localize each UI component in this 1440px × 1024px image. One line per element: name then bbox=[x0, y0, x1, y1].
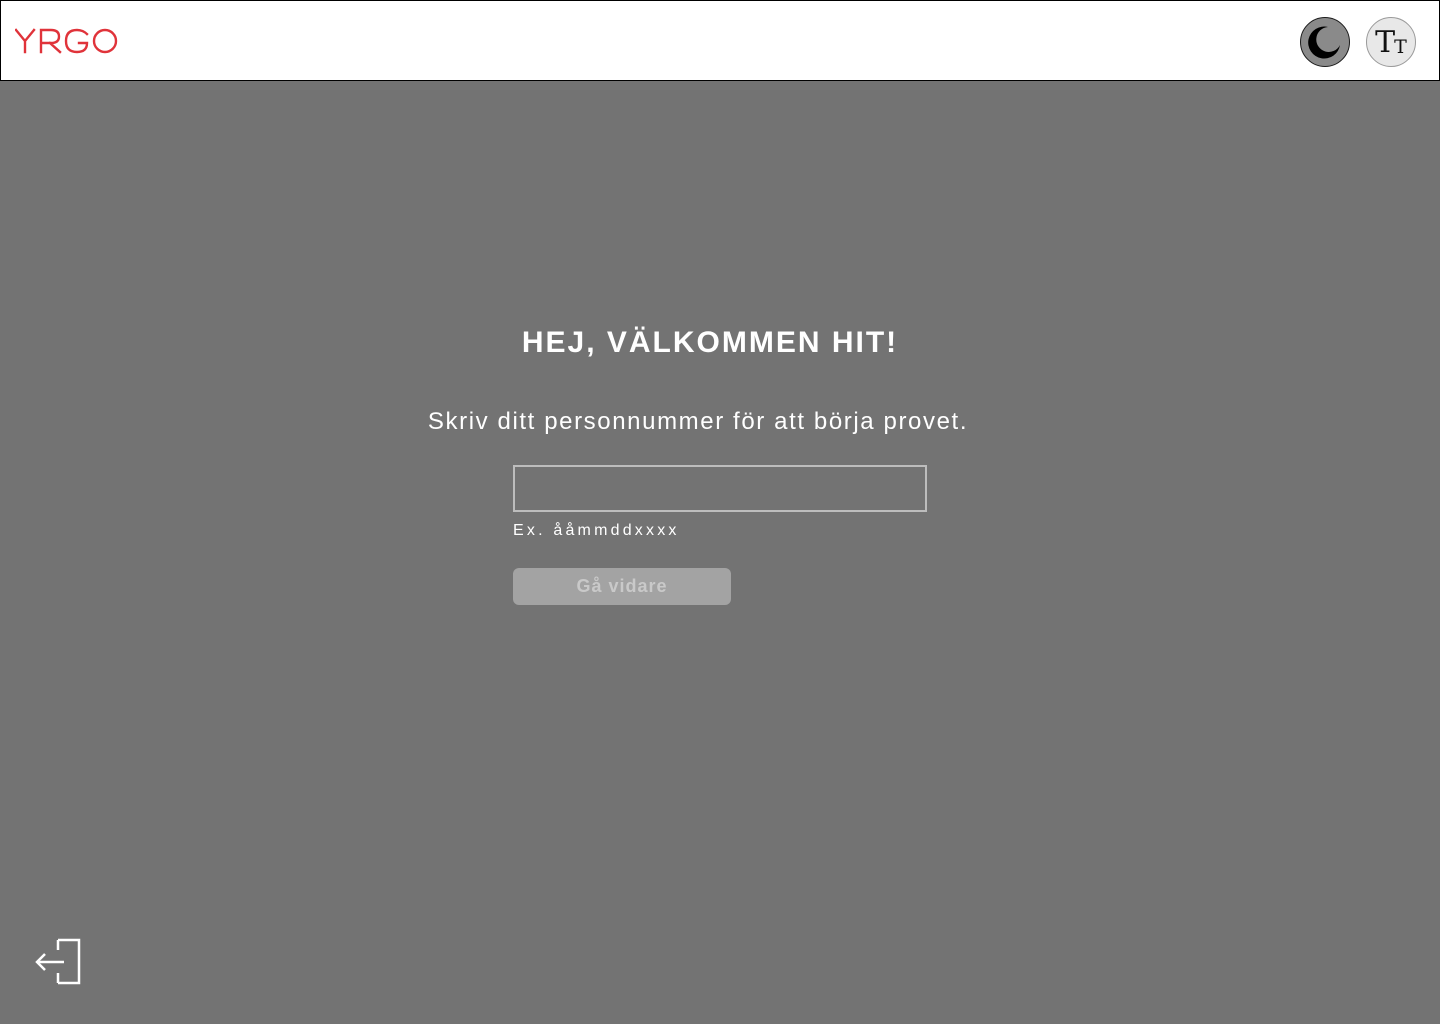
logout-icon[interactable] bbox=[34, 938, 84, 986]
text-size-glyph-large: T bbox=[1375, 25, 1396, 60]
top-header: TT bbox=[0, 0, 1440, 81]
personnummer-input[interactable] bbox=[513, 465, 927, 512]
instruction-text: Skriv ditt personnummer för att börja pr… bbox=[427, 408, 969, 435]
continue-button[interactable]: Gå vidare bbox=[513, 568, 731, 605]
text-size-icon: TT bbox=[1375, 28, 1407, 58]
personnummer-hint: Ex. ååmmddxxxx bbox=[513, 522, 680, 539]
yrgo-logo[interactable] bbox=[15, 25, 119, 57]
moon-icon bbox=[1308, 26, 1340, 59]
text-size-button[interactable]: TT bbox=[1366, 17, 1416, 67]
text-size-glyph-small: T bbox=[1394, 36, 1407, 58]
dark-mode-toggle-button[interactable] bbox=[1300, 17, 1350, 67]
page-title: HEJ, VÄLKOMMEN HIT! bbox=[521, 326, 899, 359]
